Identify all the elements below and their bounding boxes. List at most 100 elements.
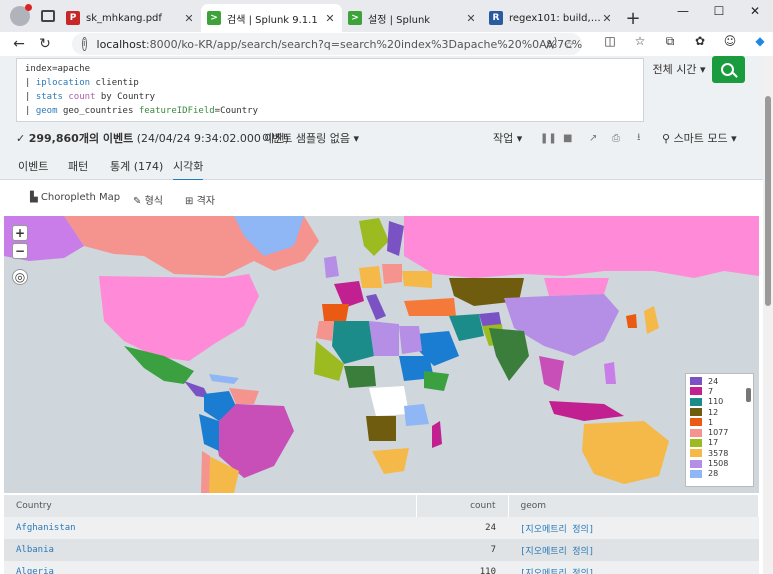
map-region-egypt[interactable] [399, 326, 422, 354]
map-region-mongolia[interactable] [544, 278, 609, 296]
map-region-ukraine[interactable] [402, 271, 432, 288]
cell-geom[interactable]: [지오메트리 정의] [508, 561, 759, 574]
tab-events[interactable]: 이벤트 [18, 158, 48, 174]
stop-icon[interactable]: ■ [563, 133, 572, 144]
cell-country[interactable]: Albania [4, 539, 416, 561]
map-region-india[interactable] [489, 328, 529, 381]
print-icon[interactable]: ⎙ [612, 133, 620, 144]
locate-icon[interactable]: ◎ [12, 269, 28, 285]
format-button[interactable]: ✎ 형식 [133, 192, 163, 207]
copilot-icon[interactable]: ◆ [745, 34, 773, 49]
viz-type-button[interactable]: ▙ Choropleth Map [30, 192, 120, 203]
map-region-madagascar[interactable] [432, 421, 442, 448]
info-icon[interactable]: i [82, 37, 87, 51]
tab-visualization[interactable]: 시각화 [173, 158, 204, 181]
choropleth-map[interactable]: + − ◎ [4, 216, 759, 493]
browser-tab-pdf[interactable]: P sk_mhkang.pdf ✕ [60, 4, 201, 32]
tab-actions-icon[interactable] [40, 10, 55, 22]
browser-tab-settings[interactable]: > 설정 | Splunk ✕ [342, 4, 483, 32]
zoom-out-button[interactable]: − [12, 243, 28, 259]
column-header-geom[interactable]: geom [508, 495, 759, 517]
map-region-japan[interactable] [644, 306, 659, 334]
cell-geom[interactable]: [지오메트리 정의] [508, 517, 759, 539]
map-region-turkey[interactable] [404, 298, 456, 316]
browser-tab-search[interactable]: > 검색 | Splunk 9.1.1 ✕ [201, 4, 342, 32]
legend-item[interactable]: 7 [690, 386, 749, 396]
share-icon[interactable]: ↗ [589, 133, 597, 144]
legend-item[interactable]: 24 [690, 376, 749, 386]
legend-item[interactable]: 1 [690, 417, 749, 427]
browser-tab-regex[interactable]: R regex101: build, test, and ✕ [483, 4, 619, 32]
legend-item[interactable]: 3578 [690, 448, 749, 458]
map-region-southeast-asia[interactable] [539, 356, 564, 391]
close-icon[interactable]: ✕ [465, 12, 477, 25]
minimize-icon[interactable]: — [665, 0, 701, 24]
map-region-uk[interactable] [324, 256, 339, 278]
collections-icon[interactable]: ⧉ [655, 34, 685, 49]
map-region-morocco[interactable] [316, 321, 334, 341]
map-region-philippines[interactable] [604, 362, 616, 384]
close-icon[interactable]: ✕ [183, 12, 195, 25]
legend-scrollbar[interactable] [746, 376, 751, 484]
sampling-dropdown[interactable]: 이벤트 샘플링 없음 ▾ [262, 130, 359, 146]
maximize-icon[interactable]: ☐ [701, 0, 737, 24]
map-region-congo[interactable] [369, 386, 409, 416]
legend-item[interactable]: 28 [690, 469, 749, 479]
map-region-poland[interactable] [382, 264, 402, 284]
map-region-ethiopia[interactable] [424, 371, 449, 391]
map-region-indonesia[interactable] [549, 401, 624, 421]
cell-country[interactable]: Afghanistan [4, 517, 416, 539]
map-region-germany[interactable] [359, 266, 382, 288]
map-region-south-africa[interactable] [372, 448, 409, 474]
time-range-picker[interactable]: 전체 시간 ▾ [648, 58, 710, 82]
map-region-algeria[interactable] [332, 321, 374, 364]
map-region-spain[interactable] [322, 304, 349, 321]
map-region-korea[interactable] [626, 314, 637, 328]
profile-avatar[interactable] [9, 4, 32, 26]
map-region-libya[interactable] [369, 321, 399, 356]
legend-item[interactable]: 17 [690, 438, 749, 448]
job-menu[interactable]: 작업 ▾ [493, 130, 522, 146]
tab-statistics[interactable]: 통계 (174) [110, 158, 163, 174]
map-region-nigeria[interactable] [344, 366, 376, 388]
legend-item[interactable]: 110 [690, 397, 749, 407]
zoom-in-button[interactable]: + [12, 225, 28, 241]
legend-item[interactable]: 1077 [690, 427, 749, 437]
grid-button[interactable]: ⊞ 격자 [185, 192, 215, 207]
map-region-scandinavia[interactable] [359, 218, 389, 256]
map-region-chile[interactable] [201, 451, 210, 493]
extensions-icon[interactable]: ✿ [685, 34, 715, 49]
search-mode-dropdown[interactable]: ⚲ 스마트 모드 ▾ [662, 130, 737, 146]
search-query-editor[interactable]: index=apache | iplocation clientip | sta… [16, 58, 644, 122]
close-window-icon[interactable]: ✕ [737, 0, 773, 24]
map-region-iran[interactable] [449, 314, 484, 341]
map-region-russia[interactable] [404, 216, 759, 278]
profile-icon[interactable]: ☺ [715, 34, 745, 49]
close-icon[interactable]: ✕ [601, 12, 613, 25]
map-region-italy[interactable] [366, 294, 386, 320]
split-screen-icon[interactable]: ◫ [595, 34, 625, 49]
map-region-caribbean[interactable] [209, 374, 239, 384]
url-input[interactable]: i localhost :8000/ko-KR/app/search/searc… [72, 33, 582, 55]
legend-item[interactable]: 1508 [690, 458, 749, 468]
map-region-usa[interactable] [99, 274, 259, 361]
map-region-angola[interactable] [366, 416, 396, 441]
favorites-icon[interactable]: ☆ [625, 34, 655, 49]
map-region-france[interactable] [334, 281, 364, 308]
column-header-country[interactable]: Country [4, 495, 417, 517]
close-icon[interactable]: ✕ [324, 12, 336, 25]
pause-icon[interactable]: ❚❚ [540, 133, 557, 144]
export-icon[interactable]: ⭳ [637, 130, 641, 147]
search-button[interactable] [712, 56, 745, 83]
legend-item[interactable]: 12 [690, 407, 749, 417]
tab-patterns[interactable]: 패턴 [68, 158, 88, 174]
new-tab-button[interactable]: + [619, 4, 647, 32]
cell-geom[interactable]: [지오메트리 정의] [508, 539, 759, 561]
refresh-icon[interactable]: ↻ [32, 36, 58, 52]
map-region-finland[interactable] [387, 221, 404, 256]
map-region-australia[interactable] [582, 421, 669, 484]
map-region-peru[interactable] [199, 414, 219, 451]
back-icon[interactable]: ← [6, 36, 32, 52]
cell-country[interactable]: Algeria [4, 561, 416, 574]
page-scrollbar[interactable] [763, 56, 773, 574]
